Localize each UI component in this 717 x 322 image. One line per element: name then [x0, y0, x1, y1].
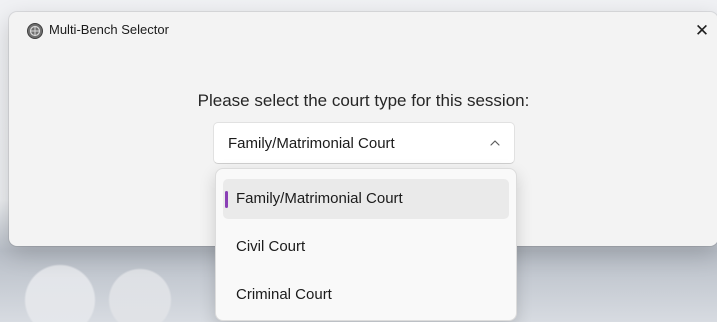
court-option-family-matrimonial[interactable]: Family/Matrimonial Court	[223, 179, 509, 219]
close-icon: ✕	[694, 21, 710, 41]
close-button[interactable]: ✕	[688, 18, 716, 44]
title-bar: Multi-Bench Selector ✕	[9, 12, 717, 50]
court-option-label: Criminal Court	[236, 286, 332, 303]
court-type-selected-value: Family/Matrimonial Court	[228, 135, 395, 152]
court-type-dropdown-list: Family/Matrimonial Court Civil Court Cri…	[215, 168, 517, 321]
court-type-prompt: Please select the court type for this se…	[197, 91, 530, 110]
court-option-label: Family/Matrimonial Court	[236, 190, 403, 207]
app-logo-icon	[27, 23, 43, 39]
window-title: Multi-Bench Selector	[49, 22, 169, 37]
chevron-up-icon	[490, 140, 500, 146]
court-option-label: Civil Court	[236, 238, 306, 255]
court-option-civil[interactable]: Civil Court	[223, 227, 509, 267]
selection-indicator	[225, 191, 228, 208]
court-option-criminal[interactable]: Criminal Court	[223, 275, 509, 315]
court-type-select[interactable]: Family/Matrimonial Court	[213, 122, 515, 164]
